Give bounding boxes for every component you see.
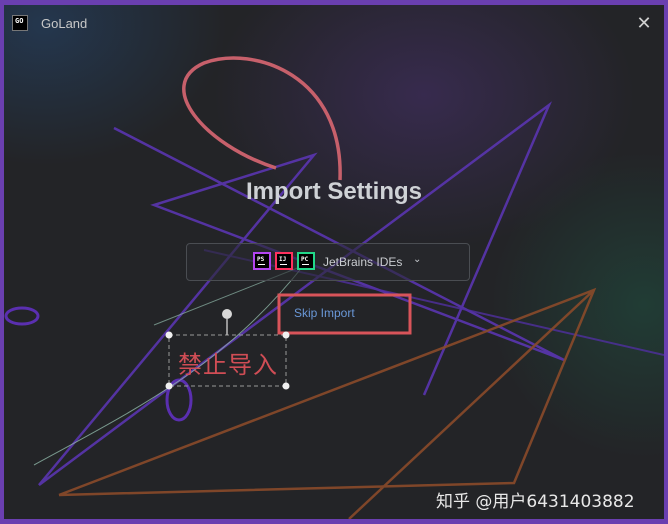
resize-handle-top-right[interactable] (282, 331, 290, 339)
skip-import-highlight-box (277, 293, 412, 335)
resize-handle-bottom-right[interactable] (282, 382, 290, 390)
goland-window: GO GoLand ✕ Import Settings PS IJ PC Jet… (4, 5, 664, 519)
annotation-label: 禁止导入 (178, 351, 278, 379)
resize-handle-bottom-left[interactable] (165, 382, 173, 390)
annotation-overlay (165, 293, 412, 390)
resize-handle-top-left[interactable] (165, 331, 173, 339)
watermark: 知乎 @用户6431403882 (436, 492, 635, 512)
rotate-handle[interactable] (222, 309, 232, 319)
